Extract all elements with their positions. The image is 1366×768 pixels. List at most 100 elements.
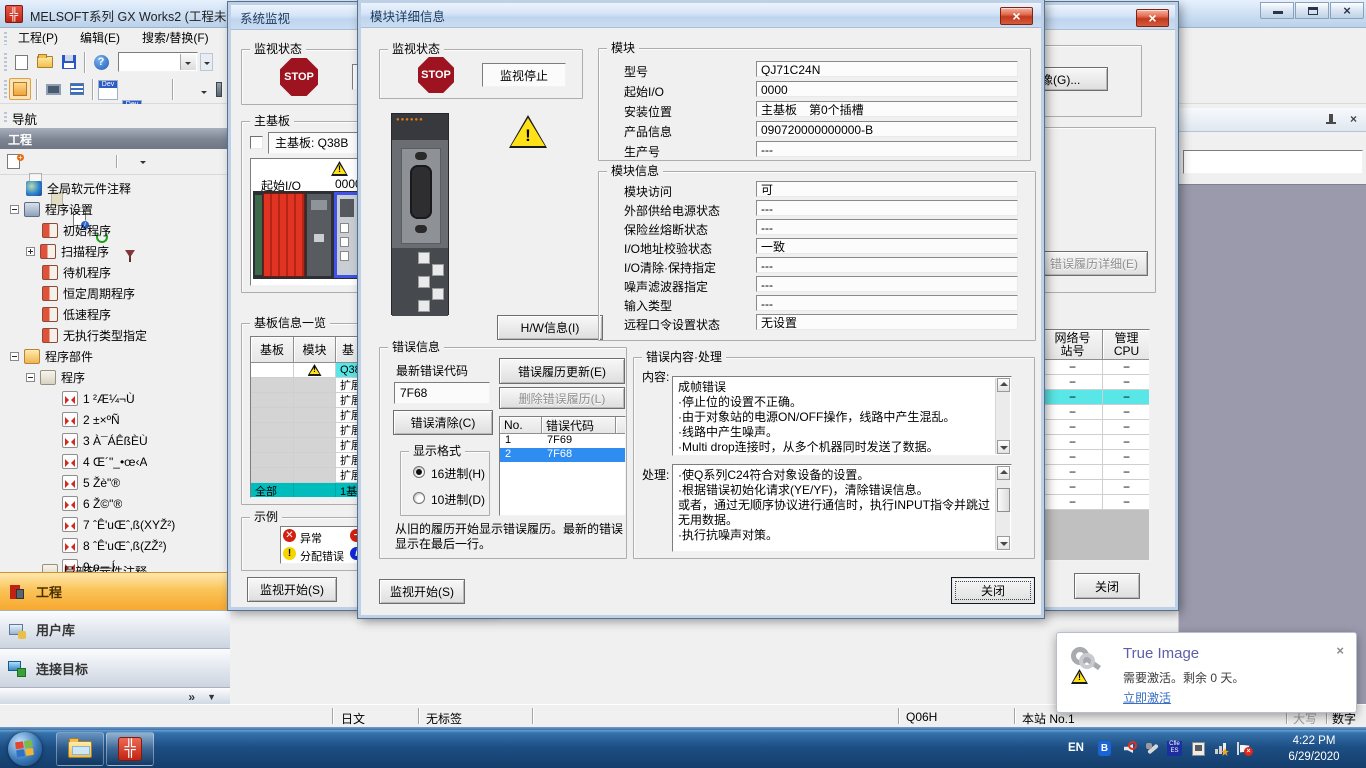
dec-radio-label[interactable]: 10进制(D) (431, 491, 485, 508)
dropdown-arrow-icon[interactable] (140, 161, 146, 167)
net-row[interactable]: −− (1043, 360, 1150, 375)
volume-muted-icon[interactable] (1120, 740, 1137, 757)
error-history-update-button[interactable]: 错误履历更新(E) (499, 358, 625, 384)
scroll-down-icon[interactable] (997, 440, 1010, 454)
action-center-flag-icon[interactable]: × (1236, 740, 1253, 757)
module-configuration-icon[interactable] (42, 78, 64, 100)
popup-close-icon[interactable]: × (1336, 643, 1344, 658)
tree-item-initial-program[interactable]: 初始程序 (2, 220, 228, 241)
hw-info-button[interactable]: H/W信息(I) (497, 315, 603, 340)
net-row[interactable]: −− (1043, 435, 1150, 450)
net-row[interactable]: −− (1043, 495, 1150, 510)
delete-error-history-button[interactable]: 删除错误履历(L) (499, 387, 625, 409)
action-scrollbar[interactable] (995, 466, 1010, 550)
module-monitor-start-button[interactable]: 监视开始(S) (379, 579, 465, 604)
net-row[interactable]: −− (1043, 375, 1150, 390)
pin-icon[interactable] (1329, 114, 1333, 123)
selected-module-image[interactable] (334, 192, 361, 278)
scroll-thumb[interactable] (997, 488, 1010, 512)
device-test-icon[interactable] (208, 78, 230, 100)
search-combobox[interactable] (118, 52, 198, 72)
tree-item-no-execution-type[interactable]: 无执行类型指定 (2, 325, 228, 346)
expand-icon[interactable] (26, 247, 35, 256)
net-row-selected[interactable]: −− (1043, 390, 1150, 405)
scroll-up-icon[interactable] (997, 466, 1010, 480)
menu-edit[interactable]: 编辑(E) (72, 28, 128, 48)
dec-radio[interactable] (413, 492, 425, 504)
menu-find-replace[interactable]: 搜索/替换(F) (134, 28, 217, 48)
bluetooth-icon[interactable]: B (1096, 740, 1113, 757)
network-icon[interactable] (1212, 740, 1229, 757)
device-find-icon[interactable] (98, 80, 118, 100)
tool-icon[interactable] (1144, 740, 1161, 757)
language-indicator[interactable]: EN (1068, 742, 1084, 754)
tree-item-program-4[interactable]: 4 Œ´"_•œ‹A (2, 451, 228, 472)
list-view-icon[interactable] (66, 78, 88, 100)
tree-item-global-device-comment[interactable]: 全局软元件注释 (2, 178, 228, 199)
minimize-button[interactable] (1260, 2, 1294, 19)
error-clear-button[interactable]: 错误清除(C) (393, 410, 493, 435)
cfles-icon[interactable]: CfleES (1166, 740, 1183, 757)
new-project-icon[interactable] (10, 51, 32, 73)
nav-button-connection-destination[interactable]: 连接目标 (0, 648, 230, 687)
tree-item-pou[interactable]: 程序部件 (2, 346, 228, 367)
start-button[interactable] (8, 732, 42, 766)
save-project-icon[interactable] (58, 51, 80, 73)
collapse-icon[interactable] (10, 205, 19, 214)
tree-item-program-1[interactable]: 1 ²Æ¼¬Ù (2, 388, 228, 409)
error-row[interactable]: 1 7F69 (500, 434, 626, 448)
net-row[interactable]: −− (1043, 405, 1150, 420)
hex-radio-label[interactable]: 16进制(H) (431, 465, 485, 482)
nav-button-user-library[interactable]: 用户库 (0, 610, 230, 648)
tree-item-fixed-scan-program[interactable]: 恒定周期程序 (2, 283, 228, 304)
collapse-icon[interactable] (10, 352, 19, 361)
tree-item-program-2[interactable]: 2 ±×ºÑ (2, 409, 228, 430)
new-item-icon[interactable]: + (6, 154, 24, 172)
open-project-icon[interactable] (34, 51, 56, 73)
net-row[interactable]: −− (1043, 450, 1150, 465)
maximize-button[interactable] (1295, 2, 1329, 19)
background-dialog-close-button[interactable] (1136, 9, 1169, 27)
menu-project[interactable]: 工程(P) (10, 28, 66, 48)
error-row-selected[interactable]: 2 7F68 (500, 448, 626, 462)
dropdown-arrow-icon[interactable] (201, 91, 207, 97)
net-row[interactable]: −− (1043, 465, 1150, 480)
sysmon-monitor-start-button[interactable]: 监视开始(S) (247, 577, 337, 602)
hex-radio[interactable] (413, 466, 425, 478)
tree-item-program-8[interactable]: 8 ˆÊ'uŒˆ‚ß(ZŽ²) (2, 535, 228, 556)
taskbar-gxworks2-button[interactable]: ╬ (106, 732, 154, 766)
tree-item-program-setting[interactable]: 程序设置 (2, 199, 228, 220)
background-dialog-close[interactable]: 关闭 (1074, 573, 1140, 599)
scroll-down-icon[interactable] (997, 536, 1010, 550)
scroll-up-icon[interactable] (997, 378, 1010, 392)
tree-item-program[interactable]: 程序 (2, 367, 228, 388)
error-history-detail-button[interactable]: 错误履历详细(E) (1040, 251, 1148, 276)
main-base-checkbox[interactable] (250, 136, 263, 149)
collapse-icon[interactable] (26, 373, 35, 382)
close-panel-icon[interactable]: × (1350, 112, 1357, 126)
tree-item-program-7[interactable]: 7 ˆÊ'uŒˆ‚ß(XYŽ²) (2, 514, 228, 535)
net-row[interactable]: −− (1043, 420, 1150, 435)
tree-item-scan-program[interactable]: 扫描程序 (2, 241, 228, 262)
tree-item-standby-program[interactable]: 待机程序 (2, 262, 228, 283)
graphic-image-button[interactable]: 像(G)... (1036, 67, 1108, 91)
tree-item-program-6[interactable]: 6 Ž©"® (2, 493, 228, 514)
clock[interactable]: 4:22 PM 6/29/2020 (1268, 733, 1360, 765)
activate-now-link[interactable]: 立即激活 (1123, 689, 1171, 706)
nav-button-project[interactable]: 工程 (0, 572, 230, 610)
close-button[interactable]: × (1330, 2, 1364, 19)
module-close-button[interactable]: 关闭 (951, 577, 1035, 604)
navigation-view-icon[interactable] (9, 78, 31, 100)
tree-item-low-speed-program[interactable]: 低速程序 (2, 304, 228, 325)
cpu-module-image[interactable] (306, 193, 332, 277)
tree-item-program-5[interactable]: 5 Žè"® (2, 472, 228, 493)
net-row[interactable]: −− (1043, 480, 1150, 495)
safely-remove-icon[interactable] (1190, 740, 1207, 757)
combo-arrow-icon[interactable] (180, 54, 196, 70)
content-scrollbar[interactable] (995, 378, 1010, 454)
help-icon[interactable]: ? (90, 51, 112, 73)
tree-item-program-3[interactable]: 3 À¯ÁÊßÈÙ (2, 430, 228, 451)
toolbar-overflow-button[interactable] (200, 53, 213, 71)
taskbar-explorer-button[interactable] (56, 732, 104, 766)
element-selection-input[interactable] (1183, 150, 1363, 174)
